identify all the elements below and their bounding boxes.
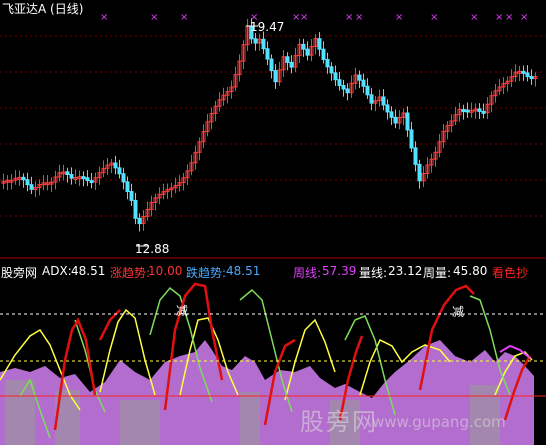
candle-body <box>461 109 466 113</box>
candle-body <box>321 48 326 60</box>
cross-marker: × <box>355 12 363 23</box>
cross-marker: × <box>495 12 503 23</box>
volume-value: 23.12 <box>388 264 423 278</box>
candle-body <box>21 176 26 181</box>
indicator-name: 股旁网 <box>1 266 38 280</box>
reduce-tag-1: 减 <box>176 304 189 318</box>
candle-body <box>113 162 118 169</box>
indicator-legend: 股旁网 ADX: 48.51 涨趋势: 10.00 跌趋势: 48.51 周线:… <box>0 263 546 280</box>
low-price-label: 12.88 <box>135 242 170 256</box>
cross-marker: × <box>300 12 308 23</box>
week-volume-value: 45.80 <box>453 264 488 278</box>
up-trend-value: 10.00 <box>148 264 183 278</box>
candle-body <box>29 184 34 190</box>
candle-body <box>317 38 322 50</box>
cross-marker: × <box>470 12 478 23</box>
watermark-name: 股旁网 <box>300 408 378 436</box>
candle-body <box>521 70 526 74</box>
candle-body <box>481 110 486 114</box>
candle-body <box>405 112 410 131</box>
adx-value: 48.51 <box>71 264 106 278</box>
candle-body <box>389 111 394 118</box>
high-price-label: 19.47 <box>250 20 285 34</box>
candle-body <box>85 177 90 182</box>
candle-body <box>125 181 130 193</box>
candle-body <box>381 96 386 106</box>
candle-body <box>333 72 338 81</box>
candlestick-series <box>1 18 538 247</box>
candle-body <box>269 58 274 72</box>
watermark-url: www.gupang.com <box>372 413 506 431</box>
volume-label: 量线: <box>359 266 388 280</box>
candle-body <box>117 167 122 175</box>
weekly-value: 57.39 <box>322 264 357 278</box>
cross-marker: × <box>430 12 438 23</box>
candle-body <box>529 76 534 80</box>
candle-body <box>69 173 74 179</box>
candle-body <box>341 85 346 90</box>
candle-body <box>393 116 398 124</box>
candle-body <box>261 38 266 50</box>
down-trend-label: 跌趋势: <box>186 266 227 280</box>
candle-body <box>121 173 126 183</box>
candle-body <box>357 74 362 81</box>
candle-body <box>385 104 390 113</box>
volume-block <box>5 380 35 445</box>
cross-marker: × <box>345 12 353 23</box>
candle-body <box>409 129 414 149</box>
adx-label: ADX: <box>42 264 72 278</box>
volume-block <box>240 392 260 445</box>
candle-body <box>133 199 138 219</box>
candle-body <box>465 109 470 113</box>
candle-body <box>253 38 258 44</box>
candle-body <box>285 56 290 63</box>
bullish-label: 看色抄 <box>492 266 529 280</box>
up-trend-label: 涨趋势: <box>110 266 151 280</box>
candle-body <box>329 66 334 74</box>
chart-title: 飞亚达A (日线) <box>2 2 84 16</box>
cross-marker: × <box>520 12 528 23</box>
candle-body <box>365 85 370 96</box>
candle-body <box>81 176 86 180</box>
cross-marker: × <box>180 12 188 23</box>
candle-body <box>289 61 294 68</box>
cross-marker: × <box>100 12 108 23</box>
candle-body <box>301 43 306 50</box>
cross-marker: × <box>150 12 158 23</box>
candle-body <box>129 191 134 201</box>
candle-body <box>265 48 270 60</box>
weekly-label: 周线: <box>293 266 322 280</box>
candle-body <box>337 79 342 87</box>
candle-body <box>413 147 418 165</box>
candle-body <box>325 58 330 68</box>
down-trend-value: 48.51 <box>226 264 261 278</box>
candle-body <box>345 88 350 94</box>
stock-chart[interactable]: × × × × × × × × × × × × × × <box>0 0 546 445</box>
candle-body <box>89 180 94 184</box>
candle-body <box>305 48 310 56</box>
cross-markers: × × × × × × × × × × × × × × <box>100 12 528 23</box>
cross-marker: × <box>505 12 513 23</box>
candle-body <box>369 94 374 104</box>
candle-body <box>273 70 278 83</box>
candle-body <box>25 179 30 186</box>
volume-block <box>120 400 160 445</box>
candle-body <box>65 171 70 175</box>
week-volume-label: 周量: <box>423 266 452 280</box>
candle-body <box>361 79 366 87</box>
candle-body <box>417 163 422 182</box>
candle-body <box>137 217 142 225</box>
reduce-tag-2: 减 <box>452 305 465 319</box>
candle-body <box>477 108 482 112</box>
candle-body <box>525 72 530 78</box>
cross-marker: × <box>395 12 403 23</box>
